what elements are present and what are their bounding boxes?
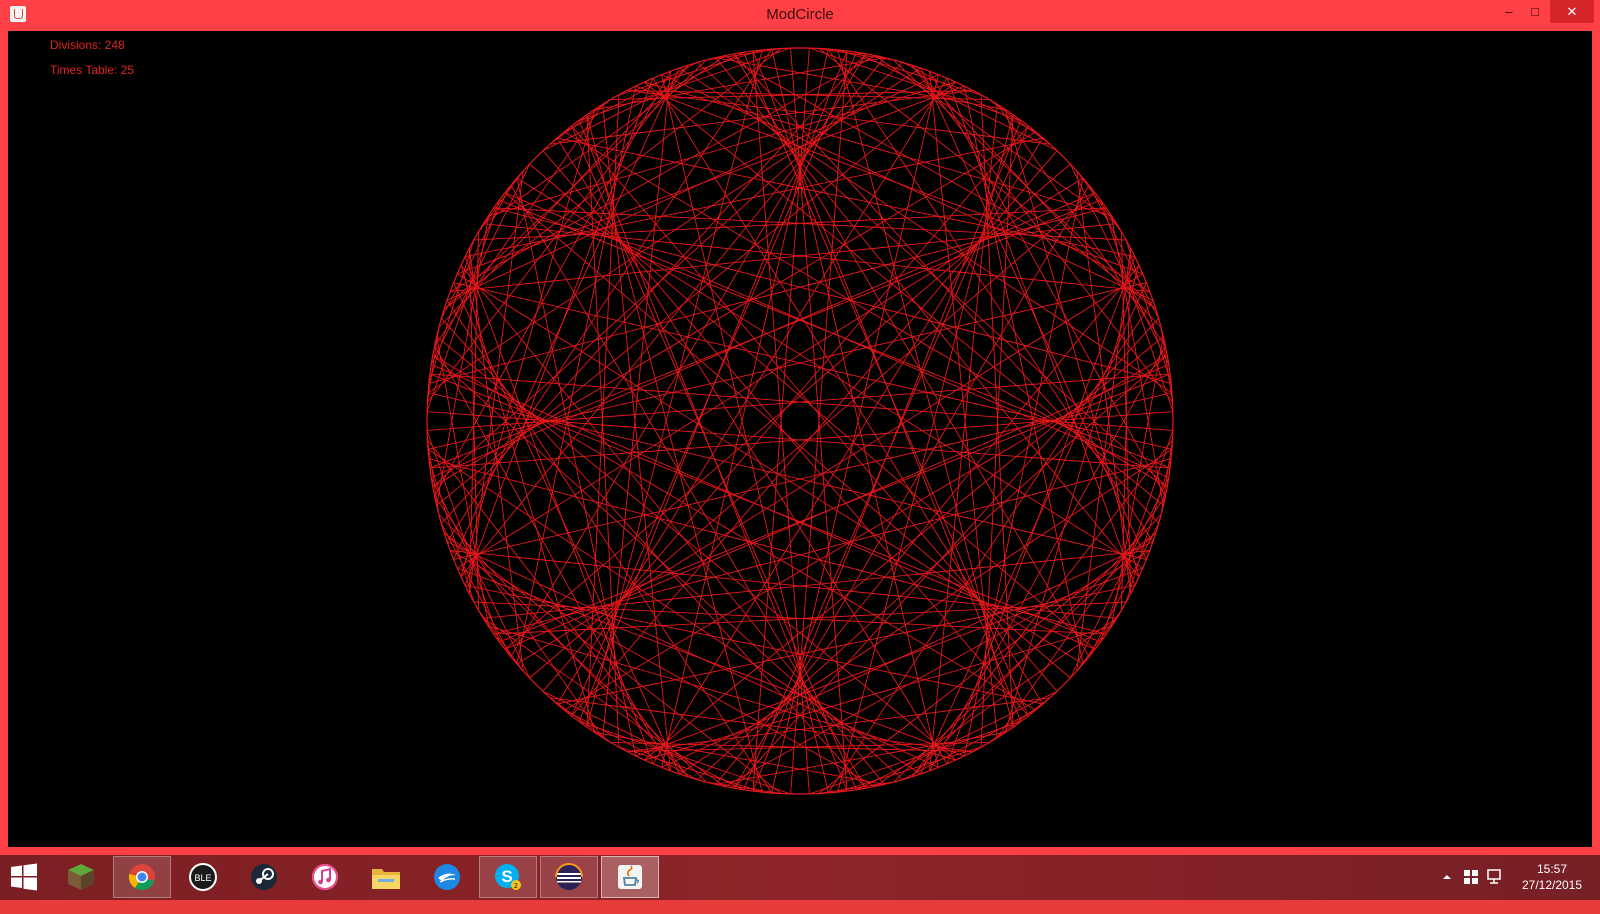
chord-line	[715, 265, 1140, 785]
taskbar-eclipse[interactable]	[540, 856, 598, 898]
chord-line	[483, 223, 1150, 292]
network-tray[interactable]	[1486, 868, 1504, 913]
chord-line	[427, 64, 689, 403]
chord-line	[929, 104, 998, 771]
chord-line	[427, 282, 1147, 450]
chord-line	[483, 550, 1150, 619]
paper-plane-icon	[434, 864, 460, 890]
chord-line	[453, 392, 1173, 560]
chord-line	[874, 55, 1117, 225]
taskbar-ble-app[interactable]: BLE	[174, 856, 232, 898]
action-center-tray[interactable]	[1462, 868, 1480, 913]
chord-line	[427, 439, 689, 778]
network-icon	[1487, 869, 1501, 884]
chord-line	[818, 48, 894, 61]
chord-line	[706, 781, 782, 794]
chord-line	[426, 430, 500, 642]
chord-line	[818, 532, 1157, 794]
windows-icon	[11, 863, 37, 891]
taskbar-file-explorer[interactable]	[357, 856, 415, 898]
clock[interactable]: 15:57 27/12/2015	[1512, 861, 1592, 893]
skype-icon: S 2	[495, 864, 521, 890]
mod-circle-visualization	[426, 47, 1174, 795]
start-button[interactable]	[0, 856, 48, 898]
chord-line	[434, 104, 604, 347]
taskbar-skype[interactable]: S 2	[479, 856, 537, 898]
title-bar[interactable]: ModCircle – □ ✕	[0, 0, 1600, 31]
close-button[interactable]: ✕	[1550, 0, 1594, 23]
app-window: ModCircle – □ ✕ Divisions: 248 Times Tab…	[0, 0, 1600, 855]
steam-icon	[251, 864, 277, 890]
chord-line	[443, 532, 782, 794]
chord-line	[818, 48, 1157, 310]
taskbar-steam[interactable]	[235, 856, 293, 898]
chord-line	[446, 48, 773, 542]
chord-line	[579, 721, 791, 795]
flag-icon	[1464, 870, 1478, 884]
java-icon	[618, 865, 642, 889]
chord-line	[661, 74, 829, 794]
taskbar: BLE S 2 15:57 27/12/2015	[0, 855, 1600, 900]
chevron-up-icon	[1443, 875, 1451, 879]
maximize-button[interactable]: □	[1522, 0, 1548, 23]
canvas-area[interactable]: Divisions: 248 Times Table: 25	[8, 31, 1592, 847]
chord-line	[436, 336, 956, 761]
taskbar-paper-plane-app[interactable]	[418, 856, 476, 898]
minimize-button[interactable]: –	[1496, 0, 1522, 23]
chord-line	[493, 207, 1172, 384]
chord-line	[911, 439, 1173, 778]
clock-date: 27/12/2015	[1521, 878, 1583, 892]
chord-line	[1160, 439, 1173, 515]
chord-line	[771, 48, 939, 768]
chord-line	[602, 71, 671, 738]
taskbar-java[interactable]	[601, 856, 659, 898]
show-hidden-icons-button[interactable]	[1442, 869, 1452, 914]
taskbar-minecraft[interactable]	[52, 856, 110, 898]
chord-line	[837, 114, 1014, 793]
window-title: ModCircle	[766, 6, 834, 23]
ble-app-icon: BLE	[189, 863, 217, 891]
chord-line	[426, 200, 500, 412]
times-table-label: Times Table: 25	[50, 63, 135, 77]
outer-circle	[426, 47, 1174, 795]
chord-line	[809, 721, 1021, 795]
taskbar-itunes[interactable]	[296, 856, 354, 898]
chord-line	[483, 617, 726, 787]
chord-line	[679, 67, 1173, 394]
chrome-icon	[128, 864, 155, 891]
clock-time: 15:57	[1536, 862, 1568, 876]
chord-line	[443, 48, 782, 310]
svg-text:S: S	[501, 867, 512, 886]
chord-line	[996, 495, 1166, 738]
chord-line	[579, 47, 791, 121]
chord-lines	[426, 47, 1174, 795]
chord-line	[809, 47, 1021, 121]
divisions-label: Divisions: 248	[50, 38, 125, 52]
chord-line	[427, 448, 921, 775]
minecraft-icon	[68, 864, 94, 890]
chord-line	[827, 300, 1154, 794]
file-explorer-icon	[372, 869, 400, 889]
itunes-icon	[312, 864, 338, 890]
taskbar-chrome[interactable]	[113, 856, 171, 898]
skype-badge: 2	[514, 883, 518, 890]
chord-line	[436, 81, 956, 506]
chord-line	[715, 57, 1140, 577]
chord-line	[427, 327, 440, 403]
eclipse-icon	[555, 863, 583, 890]
svg-text:BLE: BLE	[194, 873, 211, 883]
chord-line	[911, 64, 1173, 403]
chord-line	[1100, 200, 1174, 412]
chord-line	[1100, 430, 1174, 642]
